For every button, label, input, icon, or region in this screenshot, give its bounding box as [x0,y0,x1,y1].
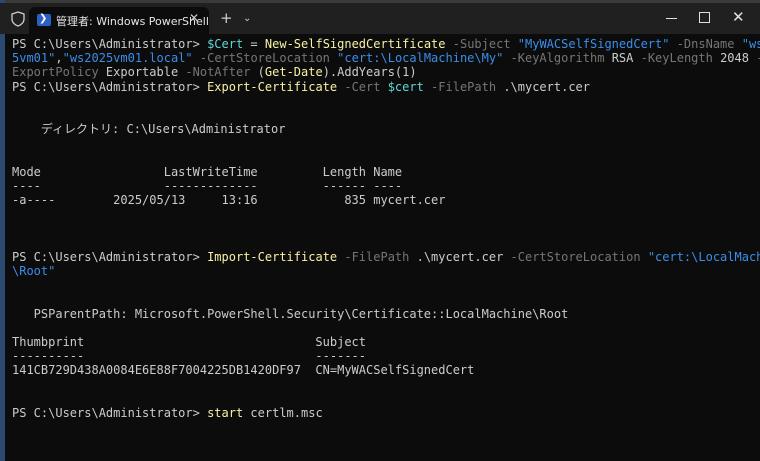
console-token: -KeyAlgorithm [503,51,612,66]
new-tab-button[interactable]: + [220,10,233,26]
console-token: -CertStoreLocation [503,249,648,264]
console-line: Thumbprint Subject [12,335,752,349]
console-token: certlm.msc [243,405,323,420]
console-line: ---------- ------- [12,349,752,363]
console-token: -KeyLength [633,51,721,66]
console-token: -CertStoreLocation [192,51,338,66]
console-token: -a---- 2025/05/13 13:16 835 mycert.cer [12,193,446,208]
console-token: RSA [611,51,634,66]
minimize-icon[interactable] [666,18,677,19]
console-token: "cert:\LocalMachine\My" [337,51,504,66]
console-token: "cert:\LocalMachine [647,249,760,264]
console-line: Mode LastWriteTime Length Name [12,165,752,179]
console-token: PS C:\Users\Administrator> [12,405,208,420]
console-token: Get-Date [264,65,323,80]
console-token: Export-Certificate [207,79,338,94]
console-token: PS C:\Users\Administrator> [12,37,208,51]
console-token: ( [257,65,265,80]
console-line: PS C:\Users\Administrator> Export-Certif… [12,80,752,94]
console-token: ---------- ------- [12,349,367,364]
console-line: PS C:\Users\Administrator> $Cert = New-S… [12,37,760,51]
console-line: ExportPolicy Exportable -NotAfter (Get-D… [12,65,752,79]
tab-powershell[interactable]: ❯ 管理者: Windows PowerShell ✕ [29,7,209,34]
console-token: -FilePath [423,79,504,94]
console-token: ---- ------------- ------ ---- [12,178,403,193]
title-bar: ❯ 管理者: Windows PowerShell ✕ + ⌄ ✕ [0,3,760,34]
console-token: Mode LastWriteTime Length Name [12,164,403,179]
console-token: = [243,37,265,51]
console-token: , [55,51,63,66]
console-token: -Subject [445,37,518,51]
console-line: 141CB729D438A0084E6E88F7004225DB1420DF97… [12,363,752,377]
console-token: PS C:\Users\Administrator> [12,249,208,264]
close-tab-button[interactable]: ✕ [189,11,199,25]
console-line: PS C:\Users\Administrator> start certlm.… [12,406,752,420]
console-token: PS C:\Users\Administrator> [12,79,208,94]
console-output[interactable]: PS C:\Users\Administrator> $Cert = New-S… [12,37,760,420]
tab-title: 管理者: Windows PowerShell [56,15,209,28]
console-token: -NotAfter [178,65,258,80]
console-token: $Cert [207,37,244,51]
powershell-icon: ❯ [37,13,51,26]
console-token: PSParentPath: Microsoft.PowerShell.Secur… [12,306,569,321]
console-token: ディレクトリ: C:\Users\Administrator [12,122,286,137]
console-token: start [207,405,244,420]
console-token: ).AddYears(1) [322,65,417,80]
console-token: -FilePath [337,249,417,264]
console-token: -DnsName [669,37,742,51]
console-token: ExportPolicy [12,65,106,80]
console-line: 5vm01","ws2025vm01.local" -CertStoreLoca… [12,51,760,66]
console-token: 141CB729D438A0084E6E88F7004225DB1420DF97… [12,363,475,378]
maximize-icon[interactable] [699,12,710,23]
console-line: PSParentPath: Microsoft.PowerShell.Secur… [12,307,752,321]
shield-icon [11,11,25,27]
desktop-edge-left [0,0,5,461]
console-token: "ws202 [741,37,760,51]
console-token: .\mycert.cer [416,249,504,264]
chevron-down-icon[interactable]: ⌄ [243,13,251,24]
console-line: ---- ------------- ------ ---- [12,179,752,193]
console-line: -a---- 2025/05/13 13:16 835 mycert.cer [12,193,752,207]
console-token: New-SelfSignedCertificate [264,37,446,51]
console-token: 5vm01" [12,51,56,66]
console-token: Exportable [105,65,179,80]
console-token: -Key [749,51,760,65]
console-token: "ws2025vm01.local" [62,51,193,66]
console-token: -Cert [337,79,388,94]
console-line: \Root" [12,264,752,278]
console-token: "MyWACSelfSignedCert" [517,37,670,51]
console-token: Thumbprint Subject [12,334,367,349]
console-token: $cert [387,79,424,94]
console-token: 2048 [720,51,749,66]
console-line: ディレクトリ: C:\Users\Administrator [12,122,752,136]
console-line: PS C:\Users\Administrator> Import-Certif… [12,249,760,264]
console-token: .\mycert.cer [503,79,591,94]
console-token: Import-Certificate [207,249,338,264]
console-token: \Root" [12,264,56,278]
close-icon[interactable]: ✕ [732,8,745,26]
